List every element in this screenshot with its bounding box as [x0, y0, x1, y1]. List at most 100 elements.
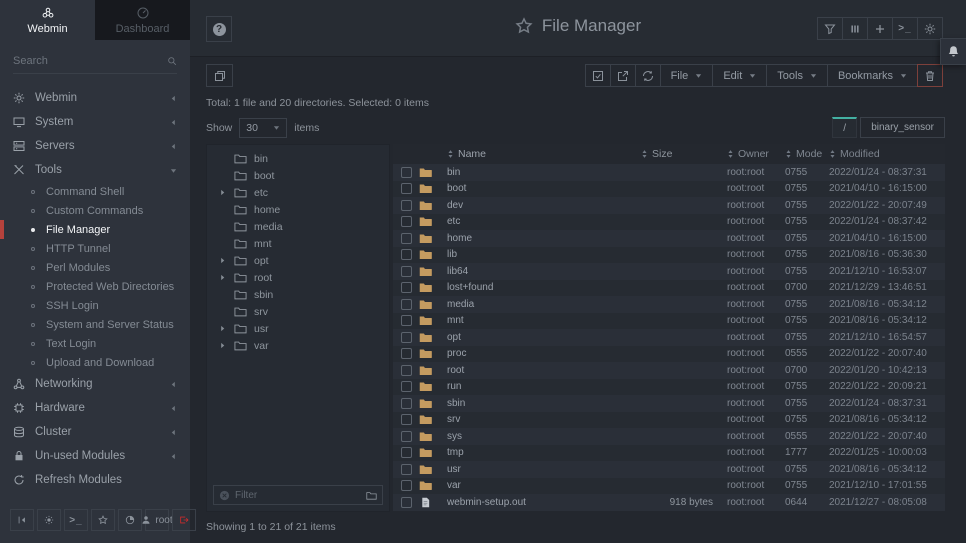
row-checkbox[interactable]	[401, 497, 412, 508]
row-checkbox[interactable]	[401, 365, 412, 376]
folder-row[interactable]: rootroot:root07002022/01/20 - 10:42:13	[393, 362, 945, 379]
sidebar-item-refresh-modules[interactable]: Refresh Modules	[0, 468, 190, 492]
sidebar-item-hardware[interactable]: Hardware	[0, 396, 190, 420]
row-checkbox[interactable]	[401, 249, 412, 260]
folder-row[interactable]: srvroot:root07552021/08/16 - 05:34:12	[393, 412, 945, 429]
notifications-button[interactable]	[940, 38, 966, 65]
menu-bookmarks[interactable]: Bookmarks	[827, 64, 918, 87]
row-checkbox[interactable]	[401, 464, 412, 475]
tree-item-home[interactable]: home	[207, 201, 389, 218]
help-button[interactable]: ?	[206, 16, 232, 42]
logout-button[interactable]	[172, 509, 196, 531]
tree-item-var[interactable]: var	[207, 337, 389, 354]
tree-expand-icon[interactable]	[218, 342, 227, 349]
row-checkbox[interactable]	[401, 431, 412, 442]
tree-expand-icon[interactable]	[218, 274, 227, 281]
row-checkbox[interactable]	[401, 348, 412, 359]
sidebar-item-protected-web-directories[interactable]: Protected Web Directories	[0, 277, 190, 296]
favorites-button[interactable]	[91, 509, 115, 531]
collapse-sidebar-button[interactable]	[10, 509, 34, 531]
tree-expand-icon[interactable]	[218, 325, 227, 332]
delete-button[interactable]	[917, 64, 943, 87]
column-header-modified[interactable]: Modified	[829, 148, 945, 160]
tree-item-boot[interactable]: boot	[207, 167, 389, 184]
folder-row[interactable]: lib64root:root07552021/12/10 - 16:53:07	[393, 263, 945, 280]
sidebar-item-ssh-login[interactable]: SSH Login	[0, 296, 190, 315]
row-checkbox[interactable]	[401, 398, 412, 409]
terminal-button[interactable]: >_	[892, 17, 918, 40]
folder-row[interactable]: mntroot:root07552021/08/16 - 05:34:12	[393, 313, 945, 330]
row-checkbox[interactable]	[401, 200, 412, 211]
row-checkbox[interactable]	[401, 299, 412, 310]
sidebar-item-command-shell[interactable]: Command Shell	[0, 182, 190, 201]
row-checkbox[interactable]	[401, 447, 412, 458]
columns-button[interactable]	[842, 17, 868, 40]
tree-filter-input[interactable]	[235, 490, 361, 501]
folder-row[interactable]: sysroot:root05552022/01/22 - 20:07:40	[393, 428, 945, 445]
clear-filter-icon[interactable]	[219, 490, 230, 501]
folder-icon[interactable]	[366, 490, 377, 501]
sidebar-item-custom-commands[interactable]: Custom Commands	[0, 201, 190, 220]
menu-edit[interactable]: Edit	[712, 64, 767, 87]
sidebar-item-http-tunnel[interactable]: HTTP Tunnel	[0, 239, 190, 258]
tree-item-media[interactable]: media	[207, 218, 389, 235]
select-mode-button[interactable]	[585, 64, 611, 87]
sidebar-item-webmin[interactable]: Webmin	[0, 86, 190, 110]
add-button[interactable]	[867, 17, 893, 40]
folder-row[interactable]: libroot:root07552021/08/16 - 05:36:30	[393, 247, 945, 264]
folder-row[interactable]: runroot:root07552022/01/22 - 20:09:21	[393, 379, 945, 396]
tree-item-etc[interactable]: etc	[207, 184, 389, 201]
tree-item-bin[interactable]: bin	[207, 150, 389, 167]
export-button[interactable]	[610, 64, 636, 87]
sidebar-item-file-manager[interactable]: File Manager	[0, 220, 190, 239]
menu-file[interactable]: File	[660, 64, 714, 87]
show-items-select[interactable]: 30	[239, 118, 287, 138]
sidebar-item-system-and-server-status[interactable]: System and Server Status	[0, 315, 190, 334]
row-checkbox[interactable]	[401, 282, 412, 293]
user-button[interactable]: root	[145, 509, 169, 531]
row-checkbox[interactable]	[401, 183, 412, 194]
sidebar-item-upload-and-download[interactable]: Upload and Download	[0, 353, 190, 372]
row-checkbox[interactable]	[401, 414, 412, 425]
folder-row[interactable]: bootroot:root07552021/04/10 - 16:15:00	[393, 181, 945, 198]
column-header-size[interactable]: Size	[639, 148, 727, 160]
folder-row[interactable]: lost+foundroot:root07002021/12/29 - 13:4…	[393, 280, 945, 297]
tree-expand-icon[interactable]	[218, 189, 227, 196]
language-button[interactable]	[118, 509, 142, 531]
folder-row[interactable]: sbinroot:root07552022/01/24 - 08:37:31	[393, 395, 945, 412]
theme-toggle-button[interactable]	[37, 509, 61, 531]
folder-row[interactable]: homeroot:root07552021/04/10 - 16:15:00	[393, 230, 945, 247]
folder-row[interactable]: mediaroot:root07552021/08/16 - 05:34:12	[393, 296, 945, 313]
tree-expand-icon[interactable]	[218, 257, 227, 264]
folder-row[interactable]: binroot:root07552022/01/24 - 08:37:31	[393, 164, 945, 181]
file-row[interactable]: webmin-setup.out918 bytesroot:root064420…	[393, 494, 945, 511]
sidebar-item-un-used-modules[interactable]: Un-used Modules	[0, 444, 190, 468]
tree-item-usr[interactable]: usr	[207, 320, 389, 337]
row-checkbox[interactable]	[401, 332, 412, 343]
row-checkbox[interactable]	[401, 266, 412, 277]
row-checkbox[interactable]	[401, 233, 412, 244]
column-header-mode[interactable]: Mode	[785, 148, 829, 160]
folder-row[interactable]: varroot:root07552021/12/10 - 17:01:55	[393, 478, 945, 495]
sidebar-item-system[interactable]: System	[0, 110, 190, 134]
tree-item-root[interactable]: root	[207, 269, 389, 286]
row-checkbox[interactable]	[401, 216, 412, 227]
sidebar-item-tools[interactable]: Tools	[0, 158, 190, 182]
search-input[interactable]	[13, 55, 167, 67]
breadcrumb-binary-sensor[interactable]: binary_sensor	[860, 117, 945, 138]
folder-row[interactable]: devroot:root07552022/01/22 - 20:07:49	[393, 197, 945, 214]
breadcrumb-root[interactable]: /	[832, 117, 857, 138]
tab-webmin[interactable]: Webmin	[0, 0, 95, 40]
tree-item-opt[interactable]: opt	[207, 252, 389, 269]
refresh-button[interactable]	[635, 64, 661, 87]
row-checkbox[interactable]	[401, 381, 412, 392]
column-header-name[interactable]: Name	[447, 148, 639, 160]
sidebar-item-cluster[interactable]: Cluster	[0, 420, 190, 444]
terminal-button[interactable]: >_	[64, 509, 88, 531]
tree-item-srv[interactable]: srv	[207, 303, 389, 320]
tab-dashboard[interactable]: Dashboard	[95, 0, 190, 40]
sidebar-item-text-login[interactable]: Text Login	[0, 334, 190, 353]
row-checkbox[interactable]	[401, 167, 412, 178]
settings-button[interactable]	[917, 17, 943, 40]
column-header-owner[interactable]: Owner	[727, 148, 785, 160]
